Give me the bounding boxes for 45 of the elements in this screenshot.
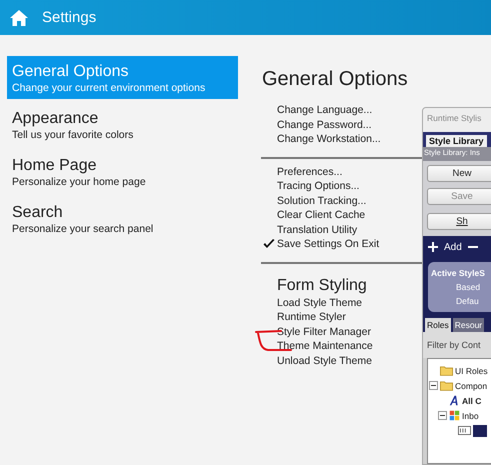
button[interactable]: Sh: [427, 213, 491, 230]
filter-label: Filter by Cont: [423, 332, 491, 358]
menu-link[interactable]: Save Settings On Exit: [277, 238, 380, 250]
menu-link[interactable]: Tracing Options...: [277, 180, 360, 192]
windows-logo-icon: [449, 410, 460, 421]
sidebar-item[interactable]: Search Personalize your search panel: [7, 197, 238, 240]
menu-link[interactable]: Theme Maintenance: [277, 340, 373, 352]
style-info-text: Based: [455, 282, 482, 292]
add-button[interactable]: Add: [444, 242, 462, 252]
collapse-icon[interactable]: [438, 411, 447, 420]
tree-item[interactable]: All C: [462, 396, 482, 406]
home-icon[interactable]: [10, 10, 28, 26]
tree-item[interactable]: UI Roles: [455, 366, 488, 376]
menu-link[interactable]: Clear Client Cache: [277, 209, 366, 222]
font-icon: [449, 395, 460, 406]
menu-link[interactable]: Runtime Styler: [277, 311, 346, 324]
style-info-text: Defau: [455, 296, 480, 306]
menu-link[interactable]: Unload Style Theme: [277, 354, 372, 367]
button[interactable]: New: [427, 165, 491, 182]
menu-link[interactable]: Solution Tracking...: [277, 194, 366, 207]
sidebar-item[interactable]: Home Page Personalize your home page: [7, 150, 238, 193]
tab[interactable]: Resour: [452, 318, 484, 332]
selected-tree-item[interactable]: [473, 424, 487, 436]
tree-item[interactable]: Inbo: [462, 410, 479, 420]
section-heading: Form Styling: [277, 276, 367, 296]
menu-link[interactable]: Preferences...: [277, 166, 342, 178]
tree-item[interactable]: Compon: [455, 380, 488, 390]
window-title: Runtime Stylis: [423, 108, 491, 132]
menu-link[interactable]: Translation Utility: [277, 224, 358, 236]
collapse-icon[interactable]: [429, 381, 438, 390]
folder-icon: [440, 365, 453, 376]
menu-link[interactable]: Change Language...: [277, 104, 372, 116]
menu-link[interactable]: Change Password...: [277, 118, 372, 131]
tab[interactable]: Style Library: [426, 135, 487, 147]
menu-link[interactable]: Load Style Theme: [277, 296, 362, 309]
menu-link[interactable]: Style Filter Manager: [277, 326, 371, 338]
sidebar-item[interactable]: Appearance Tell us your favorite colors: [7, 103, 238, 146]
add-icon[interactable]: [428, 242, 438, 252]
page-heading: General Options: [262, 67, 409, 91]
folder-icon: [440, 380, 453, 391]
textbox-icon: [458, 426, 471, 435]
window-title: Settings: [42, 9, 96, 26]
tab[interactable]: Roles: [425, 318, 451, 332]
style-info-text: Active StyleS: [430, 268, 486, 278]
menu-link[interactable]: Change Workstation...: [277, 133, 381, 146]
